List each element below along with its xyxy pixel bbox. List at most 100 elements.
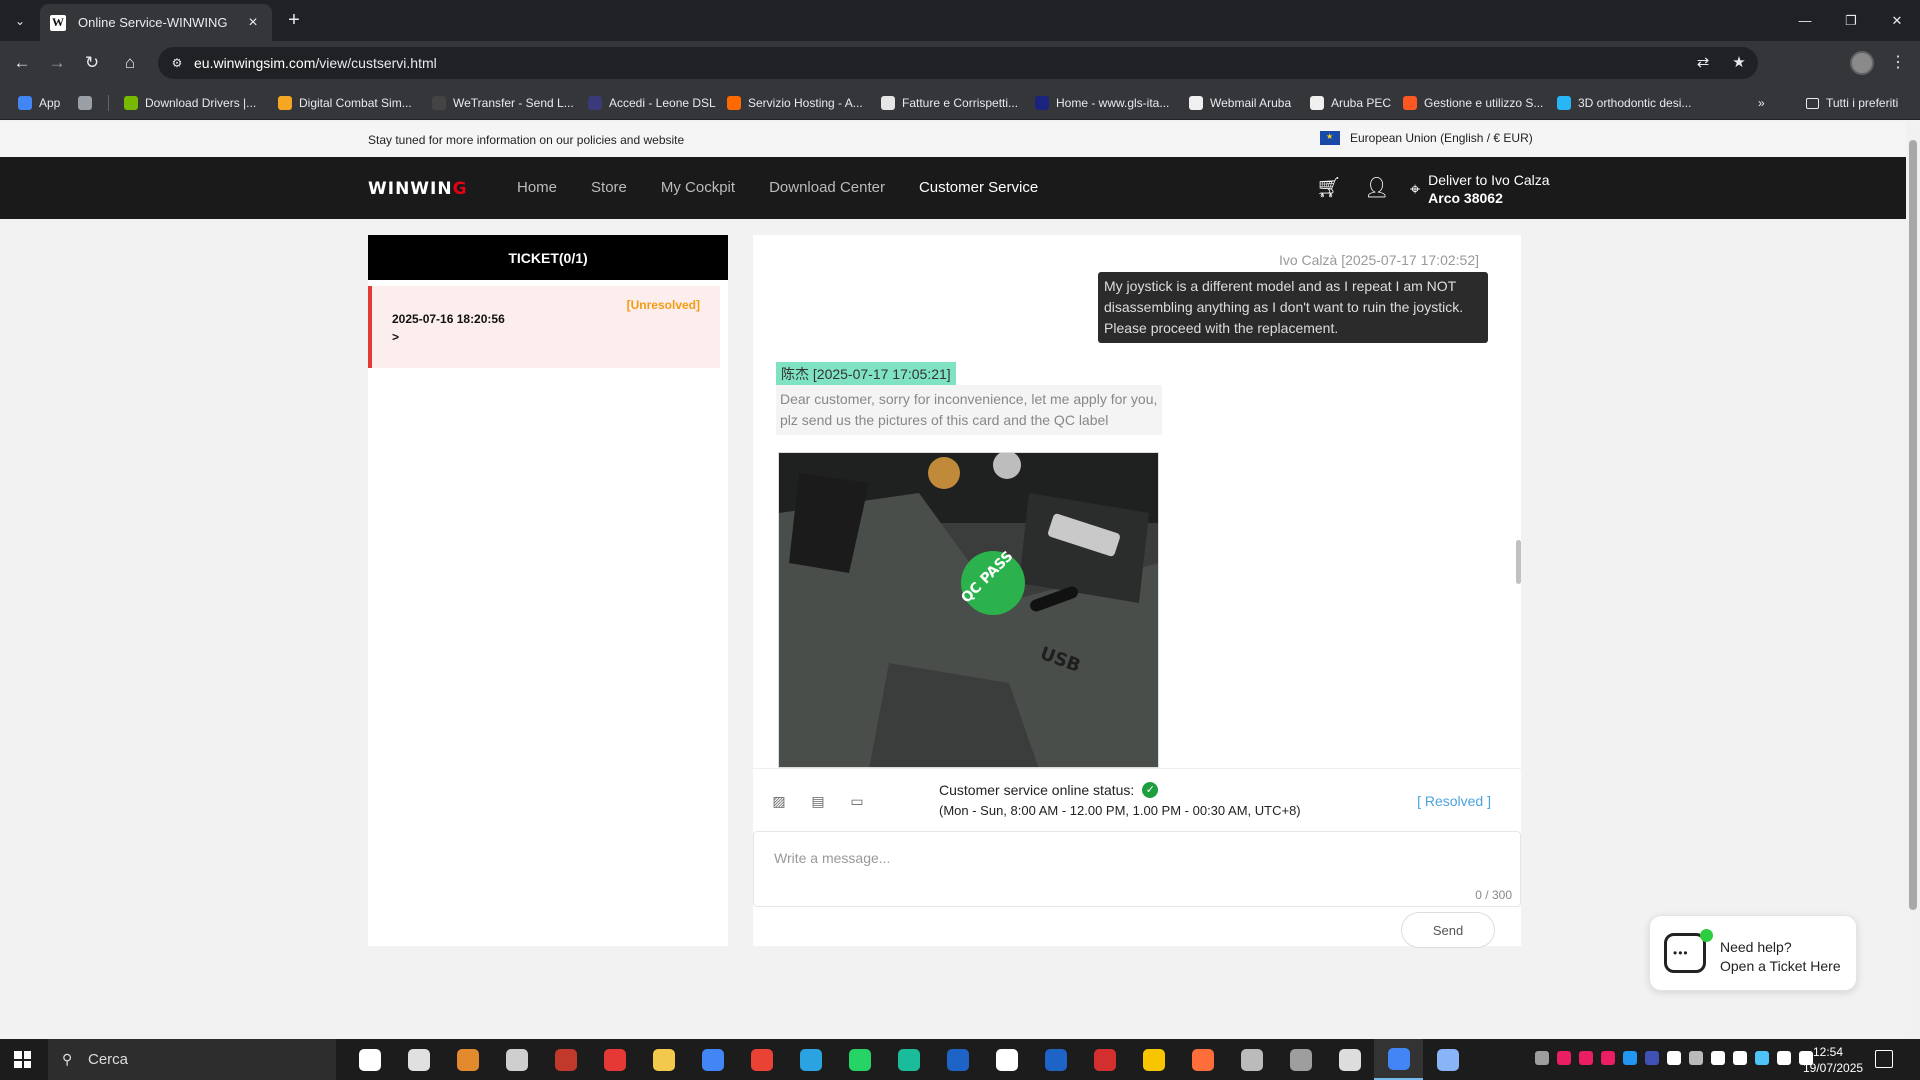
resolved-link[interactable]: [ Resolved ]: [1417, 793, 1491, 809]
tray-icon[interactable]: [1579, 1051, 1593, 1065]
bookmark-item[interactable]: Servizio Hosting - A...: [727, 94, 863, 112]
tray-icon[interactable]: [1557, 1051, 1571, 1065]
page-scrollbar-thumb[interactable]: [1909, 140, 1917, 910]
region-selector[interactable]: European Union (English / € EUR): [1320, 131, 1533, 145]
taskbar-app-icon[interactable]: [1227, 1039, 1276, 1080]
windows-start-icon[interactable]: [14, 1051, 31, 1068]
taskbar-app-icon[interactable]: [443, 1039, 492, 1080]
taskbar-app-icon[interactable]: [1374, 1039, 1423, 1080]
close-window-icon[interactable]: ✕: [1874, 0, 1920, 41]
bookmark-star-icon[interactable]: ★: [1728, 52, 1750, 74]
tray-icon[interactable]: [1755, 1051, 1769, 1065]
profile-avatar-icon[interactable]: [1850, 51, 1874, 75]
tray-icon[interactable]: [1623, 1051, 1637, 1065]
ticket-item[interactable]: [Unresolved] 2025-07-16 18:20:56 >: [368, 286, 720, 368]
page-scrollbar[interactable]: [1906, 122, 1920, 1039]
browser-menu-icon[interactable]: ⋮: [1888, 51, 1908, 75]
tray-icon[interactable]: [1777, 1051, 1791, 1065]
bookmark-apps[interactable]: App: [18, 94, 60, 112]
taskbar-app-icon[interactable]: [884, 1039, 933, 1080]
taskbar-app-icon[interactable]: [345, 1039, 394, 1080]
chat-messages[interactable]: Ivo Calzà [2025-07-17 17:02:52] My joyst…: [753, 235, 1521, 768]
bookmark-item[interactable]: Accedi - Leone DSL: [588, 94, 716, 112]
app-glyph-icon: [1093, 1048, 1116, 1071]
bookmark-item[interactable]: Webmail Aruba: [1189, 94, 1291, 112]
address-url[interactable]: eu.winwingsim.com/view/custservi.html: [194, 55, 437, 71]
address-bar[interactable]: ⚙ eu.winwingsim.com/view/custservi.html …: [158, 47, 1758, 79]
site-info-icon[interactable]: ⚙: [168, 54, 186, 72]
back-icon[interactable]: ←: [10, 51, 34, 75]
bookmark-item[interactable]: Fatture e Corrispetti...: [881, 94, 1018, 112]
cart-icon[interactable]: 🛒︎: [1316, 175, 1341, 200]
taskbar-app-icon[interactable]: [1031, 1039, 1080, 1080]
tab-close-icon[interactable]: ×: [244, 14, 262, 32]
minimize-icon[interactable]: —: [1782, 0, 1828, 41]
notification-icon[interactable]: [1875, 1050, 1893, 1068]
winwing-logo[interactable]: WINWING: [368, 179, 468, 199]
bookmark-item[interactable]: Gestione e utilizzo S...: [1403, 94, 1543, 112]
app-glyph-icon: [1289, 1048, 1312, 1071]
taskbar-app-icon[interactable]: [1276, 1039, 1325, 1080]
window-controls: — ❐ ✕: [1782, 0, 1920, 41]
nav-customer-service[interactable]: Customer Service: [919, 179, 1038, 196]
tray-icon[interactable]: [1601, 1051, 1615, 1065]
taskbar-app-icon[interactable]: [590, 1039, 639, 1080]
new-tab-icon[interactable]: +: [282, 8, 306, 32]
tab-search-icon[interactable]: ⌄: [8, 9, 32, 33]
nav-home[interactable]: Home: [517, 179, 557, 196]
browser-tab-active[interactable]: W Online Service-WINWING ×: [40, 4, 272, 41]
taskbar-app-icon[interactable]: [1423, 1039, 1472, 1080]
deliver-to[interactable]: ⌖ Deliver to Ivo Calza Arco 38062: [1410, 171, 1550, 207]
message-image[interactable]: QC PASS USB: [778, 452, 1159, 768]
taskbar-search[interactable]: ⚲ Cerca: [48, 1039, 336, 1080]
bookmark-item[interactable]: 3D orthodontic desi...: [1557, 94, 1691, 112]
taskbar-app-icon[interactable]: [492, 1039, 541, 1080]
restore-icon[interactable]: ❐: [1828, 0, 1874, 41]
taskbar-app-icon[interactable]: [394, 1039, 443, 1080]
nav-download-center[interactable]: Download Center: [769, 179, 885, 196]
forward-icon[interactable]: →: [45, 51, 69, 75]
nav-store[interactable]: Store: [591, 179, 627, 196]
taskbar-app-icon[interactable]: [737, 1039, 786, 1080]
taskbar-app-icon[interactable]: [688, 1039, 737, 1080]
bookmark-item[interactable]: WeTransfer - Send L...: [432, 94, 574, 112]
app-glyph-icon: [1387, 1047, 1410, 1070]
user-icon[interactable]: 👤︎: [1364, 175, 1389, 200]
nav-my-cockpit[interactable]: My Cockpit: [661, 179, 735, 196]
tray-icon[interactable]: [1535, 1051, 1549, 1065]
reload-icon[interactable]: ↻: [80, 51, 104, 75]
taskbar-app-icon[interactable]: [835, 1039, 884, 1080]
image-upload-icon[interactable]: ▨: [769, 793, 789, 809]
translate-icon[interactable]: ⇄: [1692, 52, 1714, 74]
tray-icon[interactable]: [1667, 1051, 1681, 1065]
bookmark-item[interactable]: Home - www.gls-ita...: [1035, 94, 1169, 112]
taskbar-clock[interactable]: 12:54 19/07/2025: [1803, 1044, 1863, 1076]
taskbar-app-icon[interactable]: [1129, 1039, 1178, 1080]
chat-scrollbar[interactable]: [1516, 540, 1521, 584]
home-icon[interactable]: ⌂: [118, 51, 142, 75]
tray-icon[interactable]: [1645, 1051, 1659, 1065]
tray-icon[interactable]: [1711, 1051, 1725, 1065]
message-input[interactable]: [774, 846, 1374, 870]
taskbar-app-icon[interactable]: [786, 1039, 835, 1080]
bookmarks-overflow-icon[interactable]: »: [1758, 94, 1765, 112]
video-upload-icon[interactable]: ▤: [808, 793, 828, 809]
help-widget[interactable]: Need help? Open a Ticket Here: [1649, 915, 1857, 991]
bookmark-grid[interactable]: [78, 94, 99, 112]
taskbar-app-icon[interactable]: [982, 1039, 1031, 1080]
taskbar-app-icon[interactable]: [541, 1039, 590, 1080]
taskbar-app-icon[interactable]: [639, 1039, 688, 1080]
bookmark-item[interactable]: Download Drivers |...: [124, 94, 256, 112]
tray-icon[interactable]: [1733, 1051, 1747, 1065]
browser-toolbar: ← → ↻ ⌂ ⚙ eu.winwingsim.com/view/custser…: [0, 41, 1920, 85]
send-button[interactable]: Send: [1401, 912, 1495, 948]
tray-icon[interactable]: [1689, 1051, 1703, 1065]
taskbar-app-icon[interactable]: [1325, 1039, 1374, 1080]
taskbar-app-icon[interactable]: [1178, 1039, 1227, 1080]
taskbar-app-icon[interactable]: [933, 1039, 982, 1080]
bookmark-item[interactable]: Digital Combat Sim...: [278, 94, 412, 112]
taskbar-app-icon[interactable]: [1080, 1039, 1129, 1080]
file-upload-icon[interactable]: ▭: [847, 793, 867, 809]
all-bookmarks-folder[interactable]: Tutti i preferiti: [1806, 94, 1898, 112]
bookmark-item[interactable]: Aruba PEC: [1310, 94, 1391, 112]
